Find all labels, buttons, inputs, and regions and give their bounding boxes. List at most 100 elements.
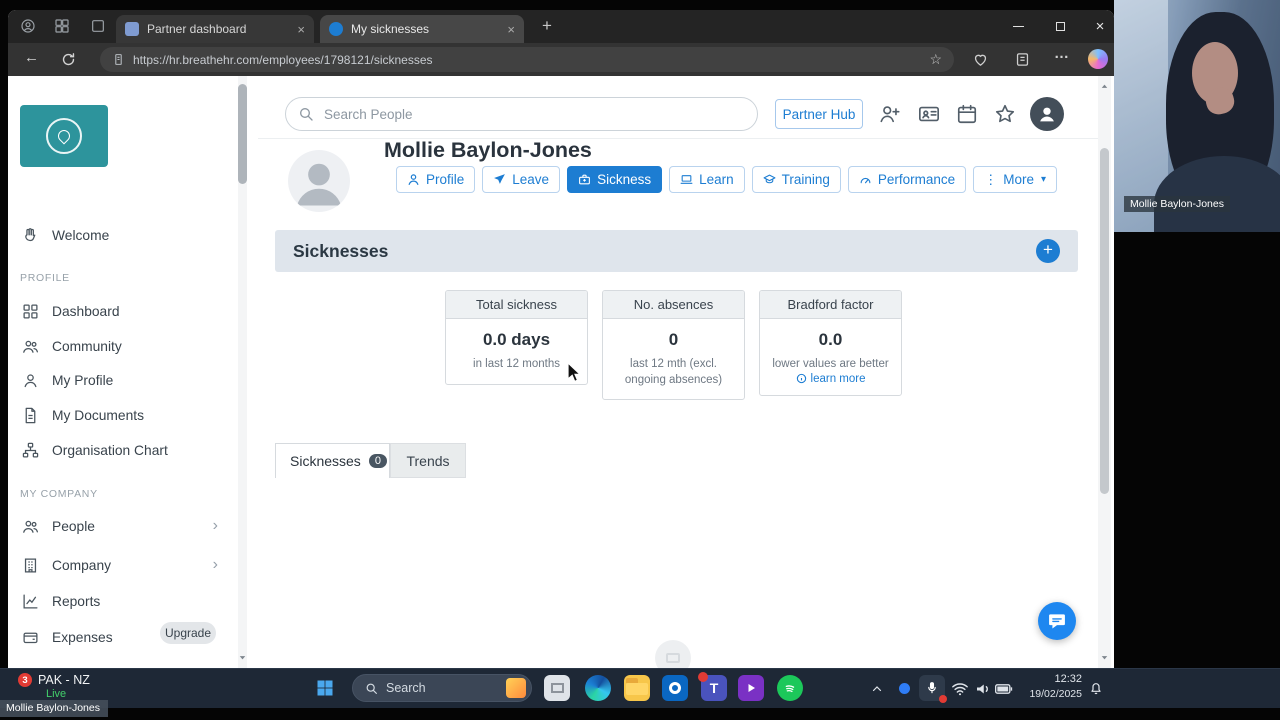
sidebar-item-reports[interactable]: Reports <box>22 588 234 614</box>
window-close-button[interactable]: × <box>1080 10 1114 43</box>
site-info-icon[interactable] <box>112 53 125 66</box>
sidebar-item-welcome[interactable]: Welcome <box>22 222 234 248</box>
section-title: Sicknesses <box>293 240 389 261</box>
employee-tab-learn[interactable]: Learn <box>669 166 745 193</box>
partner-hub-button[interactable]: Partner Hub <box>775 99 863 129</box>
microphone-icon <box>928 682 936 694</box>
back-icon[interactable]: ← <box>24 49 39 66</box>
favorites-star-icon[interactable] <box>994 103 1016 125</box>
screen: Partner dashboard × My sicknesses × + × … <box>0 0 1280 720</box>
window-maximize-button[interactable] <box>1040 10 1080 43</box>
scroll-down-icon[interactable] <box>1099 652 1110 663</box>
sidebar-item-people[interactable]: People › <box>22 513 234 539</box>
battery-icon[interactable] <box>994 681 1014 697</box>
recording-dot <box>939 695 947 703</box>
browser-window: Partner dashboard × My sicknesses × + × … <box>8 10 1114 668</box>
sidebar-item-organisation-chart[interactable]: Organisation Chart <box>22 437 234 463</box>
sidebar-section-my-company: MY COMPANY <box>20 488 98 500</box>
outlook-glyph <box>669 682 681 694</box>
search-icon <box>366 683 377 694</box>
caret-down-icon: ▾ <box>1040 174 1046 185</box>
notification-bell-icon[interactable] <box>1088 680 1104 696</box>
teams-notification-badge <box>698 672 708 682</box>
sicknesses-section-header: Sicknesses + <box>275 230 1078 272</box>
employee-tab-training[interactable]: Training <box>751 166 841 193</box>
employee-tab-performance[interactable]: Performance <box>847 166 967 193</box>
stat-value: 0.0 <box>818 330 843 349</box>
sidebar-scrollbar-thumb[interactable] <box>238 84 247 184</box>
tab-title: Partner dashboard <box>147 22 247 36</box>
sidebar-item-my-profile[interactable]: My Profile <box>22 367 234 393</box>
stat-caption: last 12 mth (excl. ongoing absences) <box>624 358 723 386</box>
browser-essentials-icon[interactable] <box>972 51 989 68</box>
microphone-indicator[interactable] <box>919 675 947 703</box>
window-minimize-button[interactable] <box>998 10 1038 43</box>
employee-tab-sickness[interactable]: Sickness <box>567 166 663 193</box>
taskbar-app-edge[interactable] <box>585 675 611 701</box>
scroll-down-icon[interactable] <box>237 652 248 663</box>
calendar-icon[interactable] <box>956 103 978 125</box>
copilot-icon[interactable] <box>1088 49 1108 69</box>
breathe-page: Welcome PROFILE Dashboard Community My P… <box>8 76 1114 668</box>
vertical-dots-icon: ⋮ <box>984 171 998 187</box>
browser-tab-my-sicknesses[interactable]: My sicknesses × <box>320 15 524 43</box>
taskbar-app-teams[interactable]: T <box>698 672 727 701</box>
bookmark-star-icon[interactable]: ☆ <box>929 51 942 68</box>
tray-overflow-icon[interactable] <box>871 683 883 695</box>
tab-favicon <box>125 22 139 36</box>
sidebar-item-dashboard[interactable]: Dashboard <box>22 298 234 324</box>
tab-trends[interactable]: Trends <box>390 443 466 478</box>
notification-count-badge: 3 <box>18 673 32 687</box>
wallet-icon <box>23 632 38 643</box>
collections-icon[interactable] <box>1014 51 1031 68</box>
chat-launcher-button[interactable] <box>1038 602 1076 640</box>
tab-actions-icon[interactable] <box>90 18 106 34</box>
search-highlight-icon[interactable] <box>506 678 526 698</box>
add-person-icon[interactable] <box>879 103 901 125</box>
sidebar-item-company[interactable]: Company › <box>22 552 234 578</box>
upgrade-badge[interactable]: Upgrade <box>160 622 216 644</box>
windows-start-button[interactable] <box>315 678 335 698</box>
tab-sicknesses[interactable]: Sicknesses 0 <box>275 443 390 478</box>
employee-tab-more[interactable]: ⋮ More ▾ <box>973 166 1057 193</box>
dashboard-grid-icon <box>23 303 38 319</box>
user-avatar[interactable] <box>1030 97 1064 131</box>
browser-profile-icon[interactable] <box>20 18 36 34</box>
building-icon <box>24 557 37 573</box>
wifi-icon[interactable] <box>951 680 969 698</box>
taskbar-search-box[interactable]: Search <box>352 674 532 702</box>
company-logo[interactable] <box>20 105 108 167</box>
window-glyph <box>550 683 564 693</box>
graduation-cap-icon <box>763 174 776 184</box>
browser-tab-partner-dashboard[interactable]: Partner dashboard × <box>116 15 314 43</box>
tab-close-icon[interactable]: × <box>507 22 515 37</box>
stream-name-tag: Mollie Baylon-Jones <box>0 700 108 717</box>
main-scrollbar-thumb[interactable] <box>1100 148 1109 494</box>
scroll-up-icon[interactable] <box>1099 81 1110 92</box>
taskbar-app-window[interactable] <box>544 675 570 701</box>
tab-close-icon[interactable]: × <box>297 22 305 37</box>
employee-tab-profile[interactable]: Profile <box>396 166 476 193</box>
refresh-icon[interactable] <box>60 51 77 68</box>
taskbar-app-file-explorer[interactable] <box>624 675 650 701</box>
taskbar-app-media[interactable] <box>738 675 764 701</box>
settings-menu-icon[interactable]: … <box>1054 45 1069 62</box>
speaker-icon[interactable] <box>974 680 992 698</box>
sidebar-item-my-documents[interactable]: My Documents <box>22 402 234 428</box>
taskbar-app-outlook[interactable] <box>662 675 688 701</box>
contact-card-icon[interactable] <box>918 103 940 125</box>
stat-caption: in last 12 months <box>473 358 560 370</box>
employee-tab-leave[interactable]: Leave <box>482 166 561 193</box>
sidebar-item-community[interactable]: Community <box>22 333 234 359</box>
search-people-input[interactable] <box>285 97 758 131</box>
learn-more-link[interactable]: learn more <box>760 373 901 385</box>
taskbar-clock[interactable]: 12:32 19/02/2025 <box>1018 672 1082 702</box>
onedrive-status-icon[interactable] <box>899 683 910 694</box>
address-bar[interactable]: https://hr.breathehr.com/employees/17981… <box>100 47 954 72</box>
chat-bubble-icon <box>1049 614 1065 629</box>
person-icon <box>24 373 37 387</box>
workspaces-icon[interactable] <box>54 18 70 34</box>
new-tab-button[interactable]: + <box>542 16 552 36</box>
add-sickness-button[interactable]: + <box>1036 239 1060 263</box>
taskbar-app-spotify[interactable] <box>777 675 803 701</box>
